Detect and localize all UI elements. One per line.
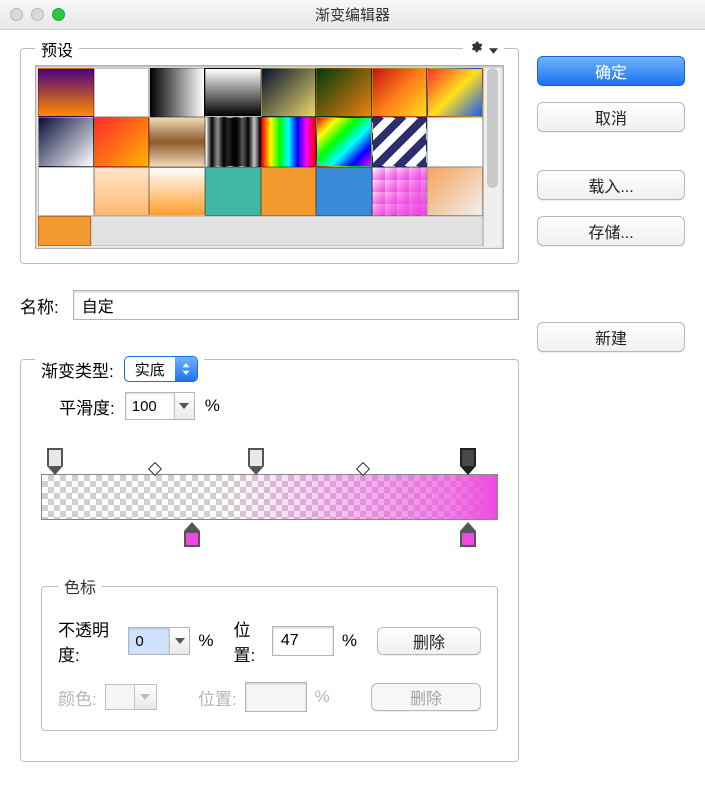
chevron-down-icon bbox=[489, 48, 498, 54]
opacity-input[interactable] bbox=[128, 627, 190, 655]
gradient-type-label: 渐变类型: bbox=[41, 357, 114, 382]
presets-scrollbar[interactable] bbox=[483, 68, 501, 246]
position2-label: 位置: bbox=[198, 685, 237, 710]
name-input[interactable] bbox=[73, 290, 519, 320]
name-label: 名称: bbox=[20, 293, 59, 318]
chevron-down-icon bbox=[140, 694, 150, 700]
preset-swatch[interactable] bbox=[94, 68, 150, 117]
preset-swatch[interactable] bbox=[205, 117, 261, 166]
midpoint-handle[interactable] bbox=[150, 464, 160, 474]
load-button[interactable]: 载入... bbox=[537, 170, 685, 200]
opacity-stop[interactable] bbox=[460, 448, 476, 466]
new-button[interactable]: 新建 bbox=[537, 322, 685, 352]
color-label: 颜色: bbox=[58, 685, 97, 710]
preset-swatch[interactable] bbox=[261, 68, 317, 117]
preset-swatch[interactable] bbox=[427, 117, 483, 166]
preset-swatch[interactable] bbox=[205, 68, 261, 117]
chevron-down-icon bbox=[179, 403, 189, 409]
stops-legend: 色标 bbox=[58, 574, 102, 598]
presets-filler bbox=[91, 216, 483, 246]
opacity-stop[interactable] bbox=[47, 448, 63, 466]
save-button[interactable]: 存储... bbox=[537, 216, 685, 246]
preset-swatch[interactable] bbox=[38, 68, 94, 117]
gradient-preview bbox=[42, 475, 497, 519]
preset-swatch[interactable] bbox=[38, 216, 91, 246]
preset-swatch[interactable] bbox=[261, 117, 317, 166]
gradient-fieldset: . 渐变类型: 实底 平滑度: bbox=[20, 350, 519, 762]
preset-swatch[interactable] bbox=[149, 68, 205, 117]
presets-grid bbox=[35, 65, 504, 249]
opacity-dropdown[interactable] bbox=[169, 628, 189, 654]
preset-swatch[interactable] bbox=[372, 167, 428, 216]
stops-fieldset: 色标 不透明度: % bbox=[41, 574, 498, 731]
presets-label: 预设 bbox=[35, 37, 79, 61]
position-input[interactable] bbox=[272, 626, 334, 656]
traffic-zoom[interactable] bbox=[52, 8, 65, 21]
preset-swatch[interactable] bbox=[372, 68, 428, 117]
delete-opacity-stop-button[interactable]: 删除 bbox=[377, 627, 481, 655]
midpoint-handle[interactable] bbox=[358, 464, 368, 474]
cancel-button[interactable]: 取消 bbox=[537, 102, 685, 132]
presets-fieldset: 预设 bbox=[20, 48, 519, 264]
preset-swatch[interactable] bbox=[372, 117, 428, 166]
preset-swatch[interactable] bbox=[261, 167, 317, 216]
position2-input bbox=[245, 682, 307, 712]
preset-swatch[interactable] bbox=[316, 68, 372, 117]
color-stop[interactable] bbox=[460, 522, 476, 547]
scrollbar-thumb[interactable] bbox=[487, 68, 498, 188]
delete-color-stop-button: 删除 bbox=[371, 683, 481, 711]
traffic-close[interactable] bbox=[10, 8, 23, 21]
color-swatch-dropdown bbox=[135, 684, 157, 710]
smoothness-value[interactable] bbox=[126, 393, 174, 419]
opacity-stop[interactable] bbox=[248, 448, 264, 466]
preset-swatch[interactable] bbox=[316, 167, 372, 216]
color-stop[interactable] bbox=[184, 522, 200, 547]
color-swatch bbox=[105, 684, 135, 710]
smoothness-input[interactable] bbox=[125, 392, 195, 420]
position-label: 位置: bbox=[233, 616, 263, 666]
preset-swatch[interactable] bbox=[149, 117, 205, 166]
gradient-bar[interactable] bbox=[41, 474, 498, 520]
ok-button[interactable]: 确定 bbox=[537, 56, 685, 86]
smoothness-dropdown[interactable] bbox=[174, 393, 194, 419]
preset-swatch[interactable] bbox=[94, 167, 150, 216]
preset-swatch[interactable] bbox=[427, 167, 483, 216]
position2-unit: % bbox=[315, 687, 330, 707]
chevron-down-icon bbox=[175, 638, 185, 644]
opacity-label: 不透明度: bbox=[58, 616, 120, 666]
select-arrows-icon bbox=[175, 357, 197, 381]
preset-swatch[interactable] bbox=[316, 117, 372, 166]
preset-swatch[interactable] bbox=[149, 167, 205, 216]
color-swatch-picker bbox=[105, 684, 157, 710]
smoothness-label: 平滑度: bbox=[59, 394, 115, 419]
gear-icon bbox=[469, 40, 483, 54]
gradient-editor[interactable] bbox=[41, 448, 498, 548]
opacity-value[interactable] bbox=[129, 628, 169, 654]
preset-swatch[interactable] bbox=[38, 117, 94, 166]
traffic-minimize[interactable] bbox=[31, 8, 44, 21]
gradient-type-value: 实底 bbox=[125, 359, 175, 380]
titlebar: 渐变编辑器 bbox=[0, 0, 705, 30]
preset-swatch[interactable] bbox=[94, 117, 150, 166]
window-title: 渐变编辑器 bbox=[0, 4, 705, 25]
gradient-type-select[interactable]: 实底 bbox=[124, 356, 198, 382]
preset-swatch[interactable] bbox=[205, 167, 261, 216]
preset-swatch[interactable] bbox=[38, 167, 94, 216]
presets-menu-button[interactable] bbox=[463, 40, 504, 59]
preset-swatch[interactable] bbox=[427, 68, 483, 117]
smoothness-unit: % bbox=[205, 396, 220, 416]
position-unit: % bbox=[342, 631, 357, 651]
opacity-unit: % bbox=[198, 631, 213, 651]
